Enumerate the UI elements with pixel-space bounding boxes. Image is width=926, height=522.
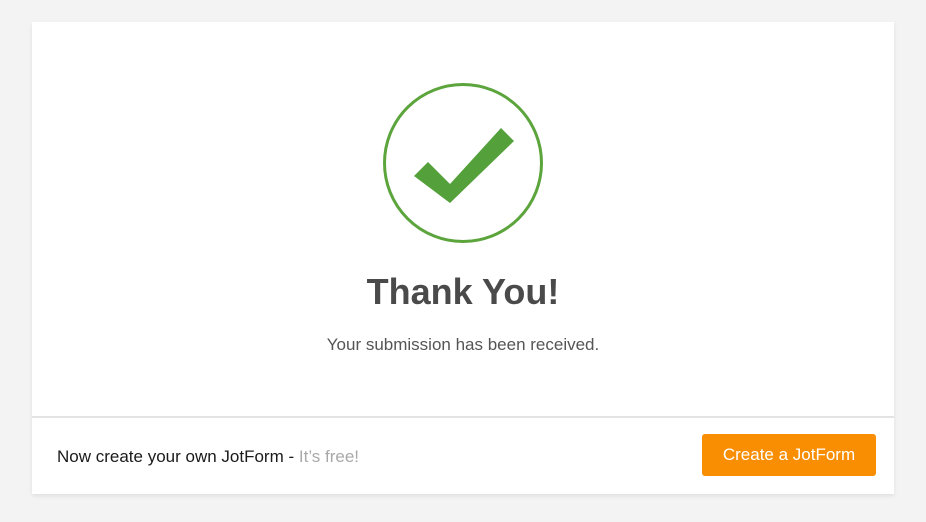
submission-message: Your submission has been received. xyxy=(326,335,600,354)
thank-you-card: Thank You! Your submission has been rece… xyxy=(32,22,894,494)
page-title: Thank You! xyxy=(366,271,560,312)
checkmark-icon xyxy=(383,83,543,243)
promo-label: Now create your own JotForm - xyxy=(57,447,295,466)
promo-footer: Now create your own JotForm - It’s free!… xyxy=(32,416,894,494)
promo-text: Now create your own JotForm - It’s free! xyxy=(57,446,359,468)
checkmark-circle xyxy=(383,83,543,243)
checkmark-shape xyxy=(414,128,514,203)
thank-you-content: Thank You! Your submission has been rece… xyxy=(32,22,894,417)
create-jotform-button[interactable]: Create a JotForm xyxy=(702,434,876,476)
promo-free-label: It’s free! xyxy=(298,447,360,466)
